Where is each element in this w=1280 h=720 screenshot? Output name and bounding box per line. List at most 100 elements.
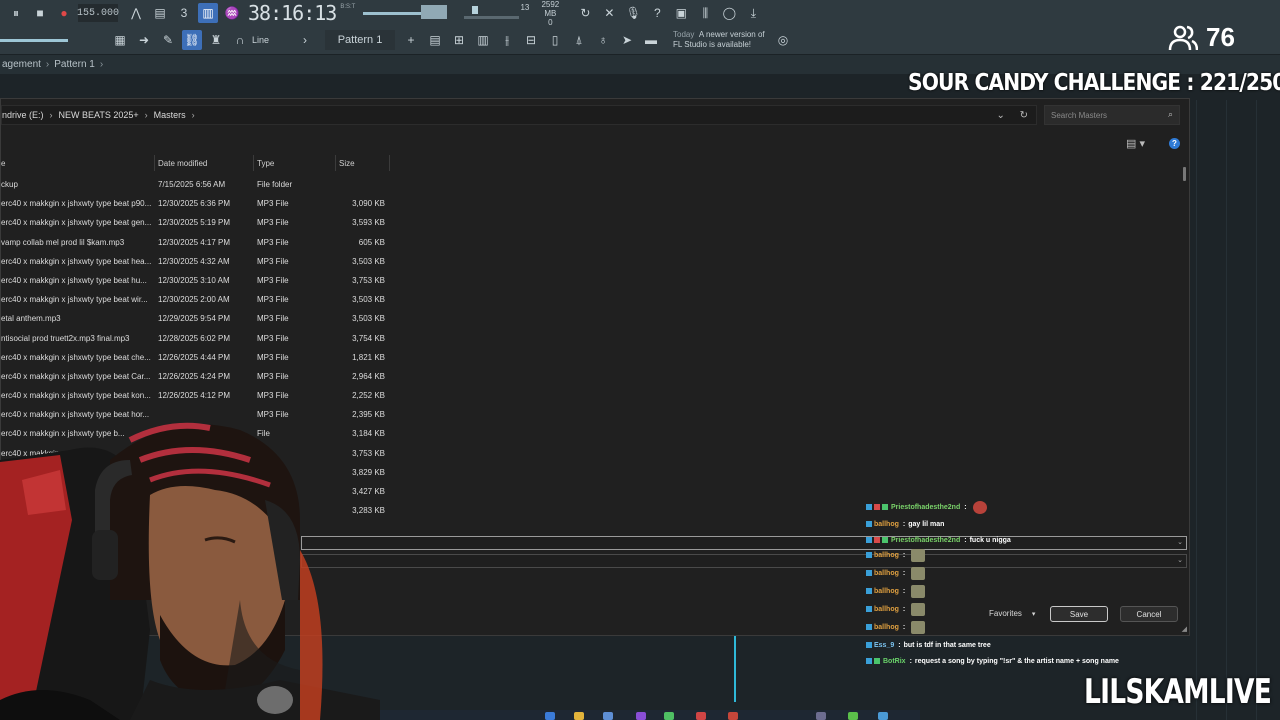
countdown-icon[interactable]: 3 — [174, 3, 194, 23]
file-row[interactable]: erc40 x makkgin x jshxwty type beat wir.… — [1, 290, 401, 309]
record-icon[interactable]: ● — [54, 3, 74, 23]
path-segment[interactable]: Masters — [154, 110, 186, 120]
scrollbar-thumb[interactable] — [1183, 167, 1186, 181]
file-name: erc40 x makkgin x jshxwty type beat gen.… — [1, 218, 151, 228]
playlist-icon[interactable]: ▤ — [425, 30, 445, 50]
touch-keyboard-icon[interactable]: ⍋ — [569, 30, 589, 50]
view-options-icon[interactable]: ▤ ▾ — [1126, 137, 1145, 150]
file-row[interactable]: etal anthem.mp3 12/29/2025 9:54 PM MP3 Fil… — [1, 309, 401, 328]
column-header-date[interactable]: Date modified — [158, 155, 207, 171]
master-volume[interactable] — [0, 27, 110, 53]
file-row[interactable]: erc40 x makkgin x jshxwty type beat gen.… — [1, 213, 401, 232]
plugin-icon[interactable]: ▯ — [545, 30, 565, 50]
cart-icon[interactable]: ➤ — [617, 30, 637, 50]
tempo-display[interactable]: 155.000 — [77, 4, 119, 22]
viewer-count: 76 — [1168, 22, 1235, 53]
mixer-view-icon[interactable]: ⫲ — [497, 30, 517, 50]
arrow-icon[interactable]: ➜ — [134, 30, 154, 50]
store-icon[interactable] — [603, 712, 613, 720]
help-icon[interactable]: ? — [647, 3, 667, 23]
wait-icon[interactable]: ▤ — [150, 3, 170, 23]
app-icon[interactable] — [878, 712, 888, 720]
microphone-icon[interactable]: 🎙 — [623, 3, 643, 23]
breadcrumb-item[interactable]: agement — [2, 59, 41, 70]
add-pattern-icon[interactable]: + — [401, 30, 421, 50]
pattern-prev-icon[interactable]: › — [295, 30, 315, 50]
step-edit-icon[interactable]: ♒ — [222, 3, 242, 23]
mixer-icon[interactable]: ⫼ — [695, 3, 715, 23]
refresh-icon[interactable]: ↻ — [1020, 110, 1028, 121]
edge-icon[interactable] — [545, 712, 555, 720]
column-header-name[interactable]: e — [1, 155, 5, 171]
save-icon[interactable]: ▣ — [671, 3, 691, 23]
refresh-icon[interactable]: ↻ — [575, 3, 595, 23]
resize-grip-icon[interactable]: ◢ — [1182, 625, 1187, 633]
favorites-dropdown[interactable]: Favorites ▾ — [989, 609, 1035, 618]
badge-icon — [866, 588, 872, 594]
shop-icon[interactable]: ▬ — [641, 30, 661, 50]
app-icon[interactable] — [728, 712, 738, 720]
time-unit-label: B:S:T — [340, 4, 356, 10]
chevron-down-icon[interactable]: ⌄ — [1177, 556, 1183, 564]
file-row[interactable]: ntisocial prod truett2x.mp3 final.mp3 12/… — [1, 329, 401, 348]
browser-icon[interactable]: ⊟ — [521, 30, 541, 50]
file-size: 3,753 KB — [352, 275, 385, 285]
search-input[interactable]: Search Masters ⌕ — [1044, 105, 1180, 125]
file-row[interactable]: erc40 x makkgin x jshxwty type beat p90.… — [1, 194, 401, 213]
file-row[interactable]: ckup 7/15/2025 6:56 AM File folder — [1, 175, 401, 194]
path-segment[interactable]: NEW BEATS 2025+ — [59, 110, 139, 120]
app-icon[interactable] — [696, 712, 706, 720]
file-row[interactable]: vamp collab mel prod lil $kam.mp3 12/30/2… — [1, 233, 401, 252]
file-name: erc40 x makkgin x jshxwty type beat hea.… — [1, 256, 151, 266]
download-icon[interactable]: ⤓ — [743, 3, 763, 23]
help-icon[interactable]: ? — [1169, 138, 1180, 149]
file-row[interactable]: erc40 x makkgin x jshxwty type beat che.… — [1, 348, 401, 367]
save-as-type-field[interactable]: ⌄ — [301, 554, 1187, 568]
pause-icon[interactable]: ⏸ — [6, 3, 26, 23]
emote-icon — [911, 548, 926, 562]
column-divider[interactable] — [253, 155, 254, 171]
cancel-button[interactable]: Cancel — [1120, 606, 1178, 622]
pattern-selector[interactable]: Pattern 1 — [325, 30, 396, 50]
piano-roll-icon[interactable]: ▥ — [473, 30, 493, 50]
column-divider[interactable] — [154, 155, 155, 171]
piano-icon[interactable]: ▦ — [110, 30, 130, 50]
folder-icon[interactable] — [574, 712, 584, 720]
chat-username: ballhog — [874, 587, 899, 595]
column-divider[interactable] — [389, 155, 390, 171]
update-notice[interactable]: Today A newer version of FL Studio is av… — [673, 30, 773, 50]
chevron-down-icon[interactable]: ⌄ — [1177, 538, 1183, 546]
plugin-picker-icon[interactable]: ♁ — [593, 30, 613, 50]
address-bar[interactable]: ndrive (E:) › NEW BEATS 2025+ › Masters … — [1, 105, 1037, 125]
path-segment[interactable]: ndrive (E:) — [2, 110, 44, 120]
file-name-field[interactable]: ⌄ — [301, 536, 1187, 550]
fl-studio-icon[interactable] — [664, 712, 674, 720]
tools-icon[interactable]: ✕ — [599, 3, 619, 23]
stop-icon[interactable]: ■ — [30, 3, 50, 23]
file-row[interactable]: erc40 x makkgin x jshxwty type beat Car.… — [1, 367, 401, 386]
badge-icon — [866, 504, 872, 510]
app-icon[interactable] — [848, 712, 858, 720]
column-divider[interactable] — [335, 155, 336, 171]
snap-mode[interactable]: Line — [252, 35, 269, 45]
history-dropdown-icon[interactable]: ⌄ — [996, 110, 1004, 121]
chat-icon[interactable]: ◯ — [719, 3, 739, 23]
channel-rack-icon[interactable]: ⊞ — [449, 30, 469, 50]
pencil-icon[interactable]: ✎ — [158, 30, 178, 50]
column-header-type[interactable]: Type — [257, 155, 274, 171]
screen: ⏸ ■ ● 155.000 ⋀ ▤ 3 ▥ ♒ 38:16:13 B:S:T 1… — [0, 0, 1280, 720]
app-icon[interactable] — [636, 712, 646, 720]
save-button[interactable]: Save — [1050, 606, 1108, 622]
app-icon[interactable] — [816, 712, 826, 720]
channel-name-overlay: LILSKAMLIVE — [1084, 672, 1272, 712]
column-header-size[interactable]: Size — [339, 155, 355, 171]
file-row[interactable]: erc40 x makkgin x jshxwty type beat hu..… — [1, 271, 401, 290]
loop-record-icon[interactable]: ▥ — [198, 3, 218, 23]
stamp-icon[interactable]: ♜ — [206, 30, 226, 50]
breadcrumb-item[interactable]: Pattern 1 — [54, 59, 95, 70]
file-row[interactable]: erc40 x makkgin x jshxwty type beat hea.… — [1, 252, 401, 271]
globe-icon[interactable]: ◎ — [773, 30, 793, 50]
magnet-icon[interactable]: ∩ — [230, 30, 250, 50]
metronome-icon[interactable]: ⋀ — [126, 3, 146, 23]
link-icon[interactable]: ⛓ — [182, 30, 202, 50]
